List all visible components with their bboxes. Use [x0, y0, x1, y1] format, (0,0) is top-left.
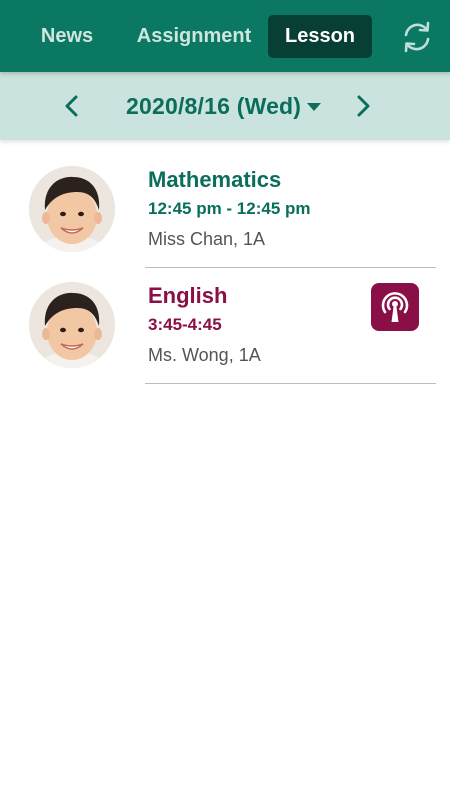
- date-dropdown[interactable]: 2020/8/16 (Wed): [126, 88, 322, 124]
- previous-day-button[interactable]: [56, 90, 88, 122]
- lesson-time: 3:45-4:45: [148, 315, 222, 334]
- chevron-left-icon: [65, 95, 78, 117]
- live-lesson-button[interactable]: [371, 283, 419, 331]
- refresh-icon: [404, 21, 430, 53]
- teacher-avatar: [29, 166, 115, 252]
- next-day-button[interactable]: [347, 90, 379, 122]
- lesson-subject: Mathematics: [148, 167, 282, 192]
- lesson-info: Mathematics 12:45 pm - 12:45 pm Miss Cha…: [148, 166, 368, 251]
- chevron-right-icon: [357, 95, 370, 117]
- caret-down-icon: [307, 103, 322, 111]
- tab-assignment[interactable]: Assignment: [128, 15, 260, 58]
- broadcast-icon: [381, 292, 409, 322]
- lesson-time: 12:45 pm - 12:45 pm: [148, 199, 311, 218]
- date-navigation-bar: 2020/8/16 (Wed): [0, 72, 450, 140]
- lesson-subject: English: [148, 283, 228, 308]
- lesson-list: Mathematics 12:45 pm - 12:45 pm Miss Cha…: [0, 152, 450, 384]
- lesson-info: English 3:45-4:45 Ms. Wong, 1A: [148, 282, 368, 367]
- refresh-button[interactable]: [398, 18, 436, 56]
- lesson-item-mathematics[interactable]: Mathematics 12:45 pm - 12:45 pm Miss Cha…: [0, 152, 450, 268]
- tab-lesson[interactable]: Lesson: [268, 15, 372, 58]
- top-tab-bar: News Assignment Lesson: [0, 0, 450, 72]
- current-date: 2020/8/16 (Wed): [126, 92, 302, 119]
- lesson-teacher: Miss Chan, 1A: [148, 229, 266, 249]
- tab-news[interactable]: News: [30, 15, 104, 58]
- teacher-avatar: [29, 282, 115, 368]
- divider: [145, 383, 436, 384]
- lesson-teacher: Ms. Wong, 1A: [148, 345, 261, 365]
